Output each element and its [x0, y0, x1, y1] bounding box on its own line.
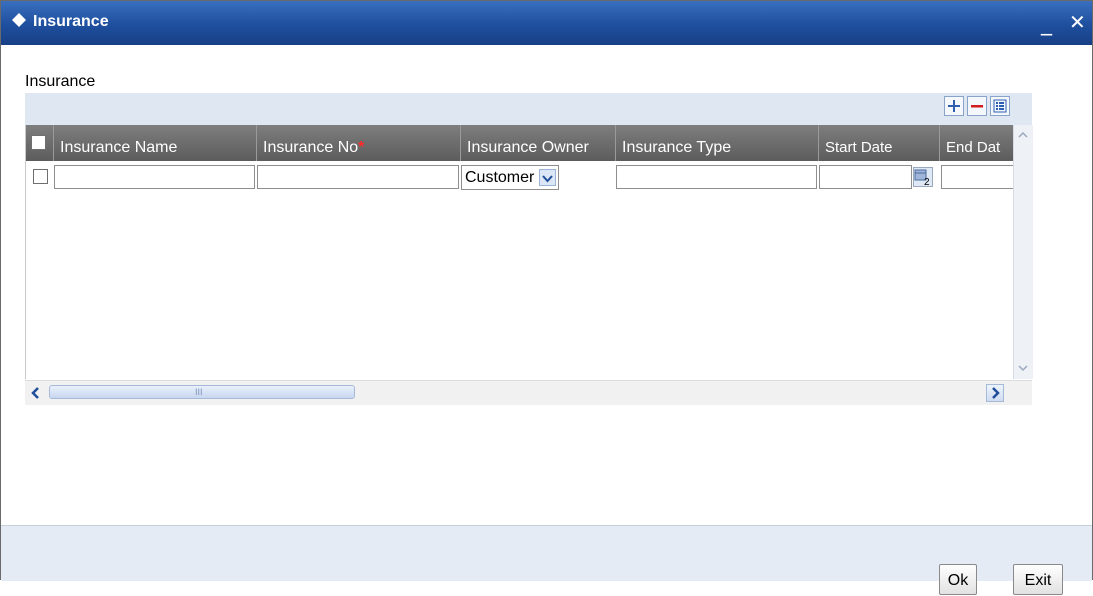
vertical-scrollbar[interactable]: [1013, 125, 1033, 379]
title-bar: Insurance _ ✕: [1, 1, 1092, 45]
start-date-field[interactable]: [819, 165, 912, 189]
window-title: Insurance: [33, 13, 109, 30]
plus-icon: [948, 100, 960, 112]
footer-bar: [1, 525, 1092, 581]
insurance-no-field[interactable]: [257, 165, 459, 189]
insurance-table: Insurance Name Insurance No* Insurance O…: [25, 125, 1014, 379]
minus-icon: [971, 105, 983, 108]
select-all-header: [26, 125, 54, 161]
scroll-left-icon[interactable]: [29, 386, 43, 400]
chevron-down-icon: [539, 169, 556, 186]
column-header-start-date[interactable]: Start Date: [819, 125, 940, 161]
end-date-field[interactable]: [941, 165, 1014, 189]
column-label: Insurance Owner: [467, 139, 589, 156]
selected-value: Customer: [465, 169, 535, 186]
view-details-button[interactable]: [990, 96, 1010, 116]
column-label: Insurance Type: [622, 139, 732, 156]
insurance-owner-select[interactable]: Customer: [461, 165, 559, 190]
row-checkbox[interactable]: [33, 169, 48, 184]
insurance-window: Insurance _ ✕ Insurance Insurance Name I…: [0, 0, 1093, 595]
calendar-badge: 2: [924, 177, 930, 186]
calendar-icon: 2: [914, 169, 930, 188]
horizontal-scrollbar[interactable]: III: [25, 380, 1032, 405]
scroll-grip: III: [195, 387, 203, 397]
column-label: End Dat: [946, 139, 1001, 156]
column-label: Insurance No: [263, 139, 359, 156]
scroll-right-button[interactable]: [986, 384, 1004, 402]
scroll-down-icon[interactable]: [1016, 362, 1030, 374]
grid-toolbar: [25, 93, 1032, 125]
column-header-end-date[interactable]: End Dat: [940, 125, 1014, 161]
section-title: Insurance: [25, 73, 96, 90]
column-header-insurance-owner[interactable]: Insurance Owner: [461, 125, 616, 161]
column-header-insurance-no[interactable]: Insurance No*: [257, 125, 461, 161]
column-header-insurance-type[interactable]: Insurance Type: [616, 125, 819, 161]
diamond-icon: [12, 13, 26, 27]
list-view-icon: [993, 99, 1007, 113]
column-label: Start Date: [825, 139, 893, 156]
scroll-right-icon: [992, 387, 1000, 399]
column-label: Insurance Name: [60, 139, 178, 156]
select-all-checkbox[interactable]: [31, 135, 46, 150]
scroll-up-icon[interactable]: [1016, 129, 1030, 141]
add-row-button[interactable]: [944, 96, 964, 116]
close-button[interactable]: ✕: [1069, 11, 1086, 33]
insurance-type-field[interactable]: [616, 165, 817, 189]
insurance-name-field[interactable]: [54, 165, 255, 189]
minimize-button[interactable]: _: [1041, 13, 1052, 35]
required-mark: *: [358, 139, 365, 156]
column-header-insurance-name[interactable]: Insurance Name: [54, 125, 257, 161]
scrollbar-thumb[interactable]: III: [49, 385, 355, 399]
calendar-button[interactable]: 2: [913, 167, 933, 188]
delete-row-button[interactable]: [967, 96, 987, 116]
